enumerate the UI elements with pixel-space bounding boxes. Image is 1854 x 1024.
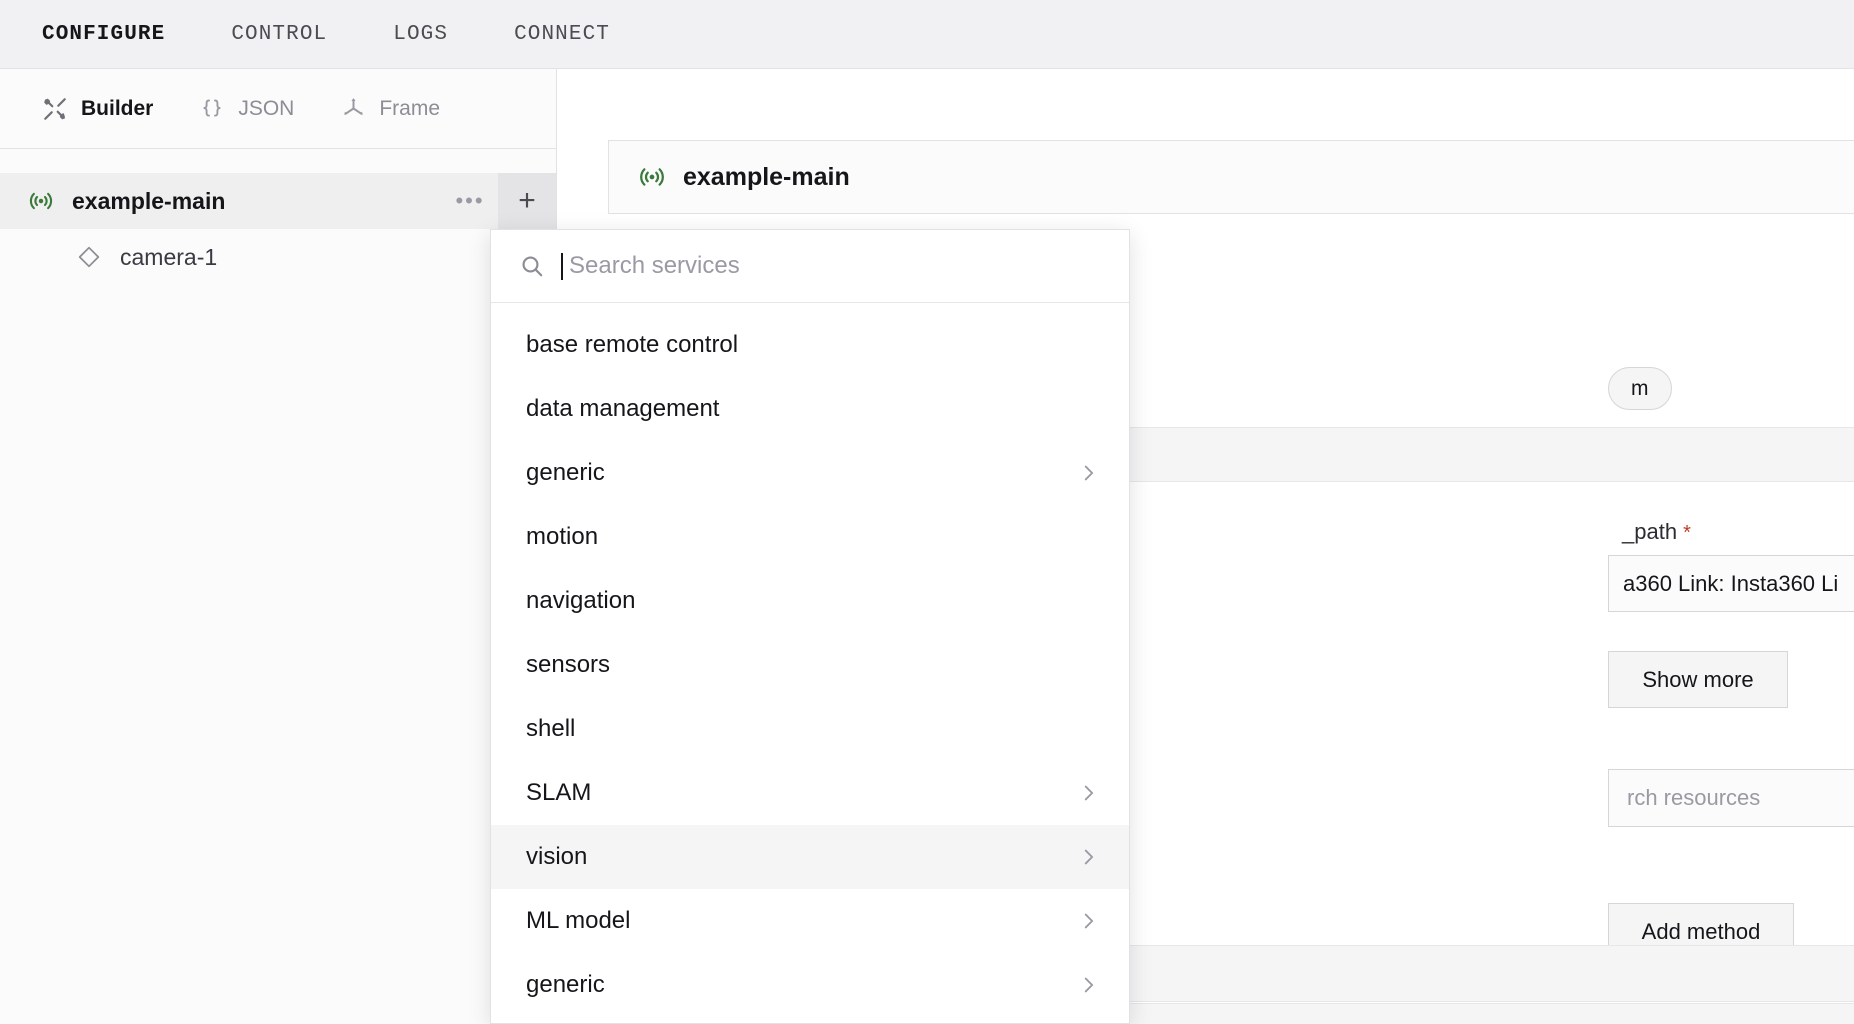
services-dropdown: Search services base remote control data… — [490, 229, 1130, 1024]
search-icon — [519, 253, 545, 279]
status-pill: m — [1608, 367, 1672, 410]
menu-item-sensors[interactable]: sensors — [491, 633, 1129, 697]
field-label-text: _path — [1622, 519, 1678, 544]
chevron-right-icon — [1077, 910, 1099, 932]
search-services-field[interactable]: Search services — [491, 230, 1129, 303]
add-resource-button[interactable]: + — [498, 173, 556, 229]
menu-item-generic-bottom[interactable]: generic — [491, 953, 1129, 1017]
menu-item-label: shell — [526, 715, 576, 742]
menu-item-motion[interactable]: motion — [491, 505, 1129, 569]
menu-item-ml-model[interactable]: ML model — [491, 889, 1129, 953]
menu-item-label: ML model — [526, 907, 631, 934]
topnav-item-control[interactable]: CONTROL — [231, 23, 327, 46]
tab-frame[interactable]: Frame — [340, 96, 440, 122]
menu-item-navigation[interactable]: navigation — [491, 569, 1129, 633]
menu-item-shell[interactable]: shell — [491, 697, 1129, 761]
menu-item-data-management[interactable]: data management — [491, 377, 1129, 441]
tab-frame-label: Frame — [379, 96, 441, 120]
diamond-icon — [74, 242, 104, 272]
tree-row-label: camera-1 — [120, 243, 218, 270]
menu-item-label: vision — [526, 843, 588, 870]
search-resources-select[interactable]: rch resources — [1608, 769, 1854, 827]
tree-row-label: example-main — [72, 187, 226, 214]
page-title: example-main — [683, 162, 850, 191]
required-marker: * — [1683, 522, 1691, 544]
menu-item-slam[interactable]: SLAM — [491, 761, 1129, 825]
chevron-right-icon — [1077, 974, 1099, 996]
machine-signal-icon — [26, 186, 56, 216]
menu-item-label: generic — [526, 971, 605, 998]
braces-icon — [199, 96, 225, 122]
menu-item-label: data management — [526, 395, 720, 422]
topnav-item-logs[interactable]: LOGS — [393, 23, 448, 46]
top-navigation: CONFIGURE CONTROL LOGS CONNECT — [0, 0, 1854, 69]
chevron-right-icon — [1077, 782, 1099, 804]
menu-item-label: navigation — [526, 587, 636, 614]
editor-mode-tabs: Builder JSON Frame — [0, 69, 556, 149]
text-cursor — [561, 252, 563, 280]
menu-item-label: sensors — [526, 651, 611, 678]
topnav-item-configure[interactable]: CONFIGURE — [42, 23, 165, 46]
menu-item-label: generic — [526, 459, 605, 486]
axes-icon — [340, 96, 366, 122]
services-list: base remote control data management gene… — [491, 303, 1129, 1017]
show-more-button[interactable]: Show more — [1608, 651, 1788, 708]
topnav-item-connect[interactable]: CONNECT — [514, 23, 610, 46]
tab-builder-label: Builder — [81, 96, 154, 120]
search-services-placeholder: Search services — [569, 252, 740, 279]
tree-row-camera-1[interactable]: camera-1 — [0, 229, 556, 285]
tab-json-label: JSON — [238, 96, 295, 120]
tab-builder[interactable]: Builder — [42, 96, 153, 122]
menu-item-label: base remote control — [526, 331, 739, 358]
menu-item-vision[interactable]: vision — [491, 825, 1129, 889]
machine-signal-icon — [637, 162, 667, 192]
menu-item-base-remote-control[interactable]: base remote control — [491, 313, 1129, 377]
tree-row-example-main[interactable]: example-main ••• + — [0, 173, 556, 229]
resource-card-header: example-main — [608, 140, 1854, 214]
more-options-icon[interactable]: ••• — [442, 173, 498, 229]
app-root: CONFIGURE CONTROL LOGS CONNECT Builder J… — [0, 0, 1854, 1024]
tab-json[interactable]: JSON — [199, 96, 294, 122]
tree-row-actions: ••• + — [442, 173, 556, 229]
chevron-right-icon — [1077, 846, 1099, 868]
left-panel: Builder JSON Frame example-main ••• + ca… — [0, 69, 557, 1024]
resource-tree: example-main ••• + camera-1 — [0, 149, 556, 285]
menu-item-label: motion — [526, 523, 599, 550]
menu-item-generic[interactable]: generic — [491, 441, 1129, 505]
chevron-right-icon — [1077, 462, 1099, 484]
path-input[interactable]: a360 Link: Insta360 Li — [1608, 555, 1854, 612]
tools-icon — [42, 96, 68, 122]
menu-item-label: SLAM — [526, 779, 592, 806]
field-label-path: _path * — [1622, 519, 1691, 545]
search-resources-placeholder: rch resources — [1627, 785, 1761, 810]
